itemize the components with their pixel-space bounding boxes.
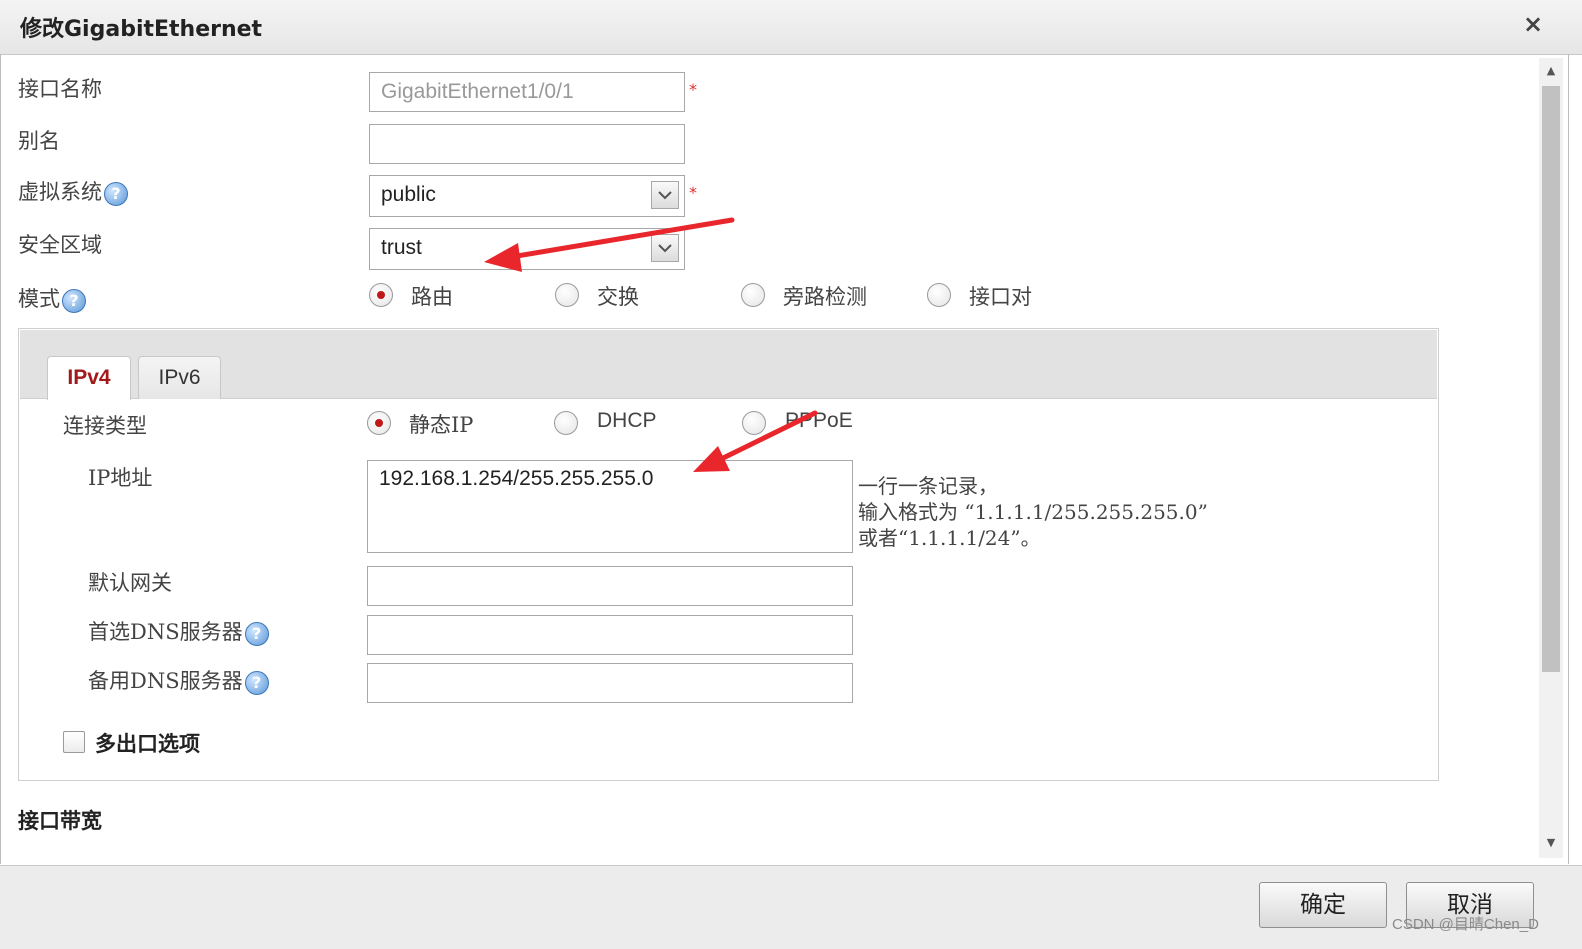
- mode-radio-switch[interactable]: [555, 283, 579, 307]
- default-gateway-label: 默认网关: [88, 571, 172, 595]
- help-icon[interactable]: ?: [104, 181, 128, 206]
- mode-option-label: 路由: [411, 285, 453, 309]
- alias-field[interactable]: [369, 124, 685, 164]
- scroll-up-icon[interactable]: ▲: [1539, 60, 1563, 82]
- connection-type-label: 连接类型: [63, 414, 147, 438]
- interface-name-field[interactable]: GigabitEthernet1/0/1: [369, 72, 685, 112]
- help-icon[interactable]: ?: [244, 621, 269, 646]
- conn-option-label: DHCP: [597, 409, 657, 432]
- ip-hint-line: 或者“1.1.1.1/24”。: [858, 526, 1041, 550]
- dialog-title: 修改GigabitEthernet: [20, 17, 263, 42]
- mode-option-label: 交换: [597, 285, 639, 309]
- chevron-down-icon[interactable]: [651, 234, 679, 262]
- ip-address-label: IP地址: [88, 466, 153, 490]
- required-mark: *: [689, 80, 697, 99]
- bandwidth-section-title: 接口带宽: [18, 808, 102, 833]
- primary-dns-field[interactable]: [367, 615, 853, 655]
- conn-radio-static[interactable]: [367, 411, 391, 435]
- primary-dns-label: 首选DNS服务器?: [88, 616, 269, 646]
- secondary-dns-label-text: 备用DNS服务器: [88, 669, 243, 693]
- security-zone-select[interactable]: trust: [369, 228, 685, 270]
- secondary-dns-field[interactable]: [367, 663, 853, 703]
- vertical-scrollbar[interactable]: ▲ ▼: [1539, 58, 1563, 858]
- primary-dns-label-text: 首选DNS服务器: [88, 620, 243, 644]
- conn-radio-dhcp[interactable]: [554, 411, 578, 435]
- mode-label: 模式?: [18, 283, 86, 313]
- mode-label-text: 模式: [18, 287, 60, 311]
- ip-tabstrip: IPv4 IPv6: [20, 330, 1437, 400]
- multi-egress-label: 多出口选项: [95, 731, 200, 756]
- virtual-system-label-text: 虚拟系统: [18, 180, 102, 204]
- default-gateway-field[interactable]: [367, 566, 853, 606]
- secondary-dns-label: 备用DNS服务器?: [88, 665, 269, 695]
- virtual-system-value: public: [381, 183, 436, 206]
- dialog-footer: 确定 取消: [0, 865, 1582, 949]
- conn-option-label: 静态IP: [409, 413, 474, 437]
- conn-option-label: PPPoE: [785, 409, 853, 432]
- help-icon[interactable]: ?: [244, 670, 269, 695]
- dialog-titlebar: 修改GigabitEthernet ×: [0, 0, 1582, 55]
- mode-radio-route[interactable]: [369, 283, 393, 307]
- ip-hint-line: 一行一条记录，: [858, 474, 998, 498]
- mode-radio-pair[interactable]: [927, 283, 951, 307]
- tab-ipv6[interactable]: IPv6: [138, 356, 221, 399]
- watermark: CSDN @目晴Chen_D: [1392, 916, 1539, 933]
- ip-hint-line: 输入格式为 “1.1.1.1/255.255.255.0”: [858, 500, 1208, 524]
- chevron-down-icon[interactable]: [651, 181, 679, 209]
- virtual-system-select[interactable]: public: [369, 175, 685, 217]
- help-icon[interactable]: ?: [62, 288, 86, 313]
- mode-option-label: 旁路检测: [783, 285, 867, 309]
- ip-address-textarea[interactable]: 192.168.1.254/255.255.255.0: [367, 460, 853, 553]
- virtual-system-label: 虚拟系统?: [18, 176, 128, 206]
- security-zone-label: 安全区域: [18, 233, 102, 257]
- interface-name-label: 接口名称: [18, 77, 102, 101]
- conn-radio-pppoe[interactable]: [742, 411, 766, 435]
- tab-ipv4[interactable]: IPv4: [47, 356, 131, 400]
- radio-selected-dot: [377, 291, 385, 299]
- alias-label: 别名: [18, 129, 60, 153]
- ok-button[interactable]: 确定: [1259, 882, 1387, 928]
- ip-config-panel: IPv4 IPv6: [18, 328, 1439, 781]
- scrollbar-thumb[interactable]: [1542, 86, 1560, 672]
- radio-selected-dot: [375, 419, 383, 427]
- security-zone-value: trust: [381, 236, 422, 259]
- multi-egress-checkbox[interactable]: [63, 731, 85, 753]
- scroll-down-icon[interactable]: ▼: [1539, 832, 1563, 854]
- mode-option-label: 接口对: [969, 285, 1032, 309]
- required-mark: *: [689, 183, 697, 202]
- mode-radio-bypass[interactable]: [741, 283, 765, 307]
- close-icon[interactable]: ×: [1518, 9, 1548, 39]
